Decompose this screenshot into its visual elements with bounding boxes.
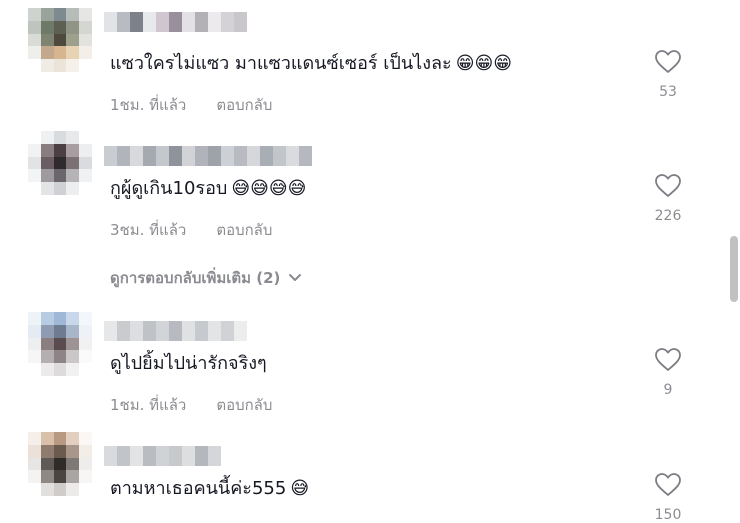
comment-text: กูผู้ดูเกิน10รอบ 😅😅😅😅 [110, 176, 306, 202]
scrollbar-thumb[interactable] [730, 236, 738, 302]
comment-timestamp: 3ชม. ที่แล้ว [110, 221, 187, 239]
comment-text-body: ดูไปยิ้มไปน่ารักจริงๆ [110, 353, 267, 374]
like-count: 150 [654, 507, 682, 523]
comment-emojis: 😅😅😅😅 [231, 178, 307, 199]
comment-timestamp: 1ชม. ที่แล้ว [110, 96, 187, 114]
like-button[interactable]: 9 [648, 348, 688, 398]
comment-text: ตามหาเธอคนนี้ค่ะ555 😅 [110, 476, 309, 502]
heart-outline-icon [655, 473, 681, 496]
username-blurred[interactable] [104, 146, 312, 166]
avatar[interactable] [28, 432, 92, 496]
view-more-replies-label: ดูการตอบกลับเพิ่มเติม (2) [110, 269, 281, 287]
comment-text-body: แซวใครไม่แซว มาแซวแดนซ์เซอร์ เป็นไงละ [110, 53, 452, 74]
chevron-down-icon [289, 274, 302, 281]
avatar[interactable] [28, 312, 92, 376]
comment-text: ดูไปยิ้มไปน่ารักจริงๆ [110, 351, 267, 377]
reply-button[interactable]: ตอบกลับ [216, 221, 272, 239]
like-button[interactable]: 53 [648, 50, 688, 100]
comment-timestamp: 1ชม. ที่แล้ว [110, 396, 187, 414]
like-button[interactable]: 226 [648, 174, 688, 224]
comment-meta: 1ชม. ที่แล้ว ตอบกลับ [110, 93, 272, 117]
reply-button[interactable]: ตอบกลับ [216, 396, 272, 414]
like-count: 226 [654, 208, 682, 224]
reply-button[interactable]: ตอบกลับ [216, 96, 272, 114]
like-count: 9 [663, 382, 673, 398]
avatar[interactable] [28, 131, 92, 195]
comment-text-body: กูผู้ดูเกิน10รอบ [110, 178, 228, 199]
username-blurred[interactable] [104, 321, 247, 341]
comment-meta: 3ชม. ที่แล้ว ตอบกลับ [110, 218, 272, 242]
heart-outline-icon [655, 348, 681, 371]
comment-text-body: ตามหาเธอคนนี้ค่ะ555 [110, 478, 287, 499]
heart-outline-icon [655, 50, 681, 73]
username-blurred[interactable] [104, 446, 221, 466]
heart-outline-icon [655, 174, 681, 197]
view-more-replies-button[interactable]: ดูการตอบกลับเพิ่มเติม (2) [110, 266, 302, 290]
comment-meta: 1ชม. ที่แล้ว ตอบกลับ [110, 393, 272, 417]
like-button[interactable]: 150 [648, 473, 688, 523]
username-blurred[interactable] [104, 12, 247, 32]
comment-emojis: 😁😁😁 [455, 53, 512, 74]
comment-text: แซวใครไม่แซว มาแซวแดนซ์เซอร์ เป็นไงละ 😁😁😁 [110, 51, 512, 77]
comment-emojis: 😅 [290, 478, 310, 499]
avatar[interactable] [28, 8, 92, 72]
like-count: 53 [659, 84, 677, 100]
